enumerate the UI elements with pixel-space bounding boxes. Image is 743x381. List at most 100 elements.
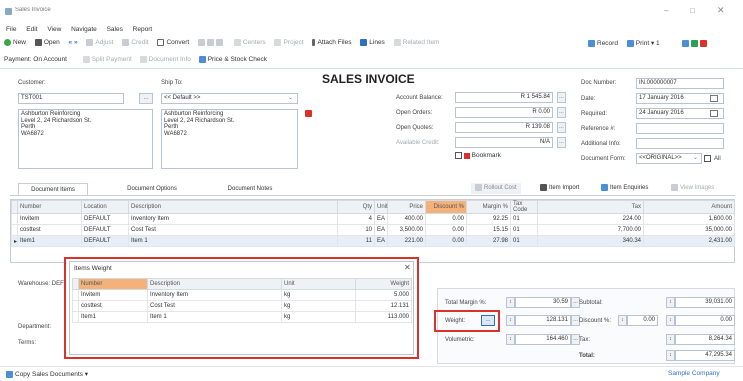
print-button[interactable]: Print ▾ 1 (626, 39, 660, 47)
col-amount[interactable]: Amount (643, 200, 735, 214)
table-cell[interactable]: 27.98 (466, 235, 511, 247)
pin-icon[interactable] (305, 110, 312, 117)
doc-number-field[interactable]: IN.000000007 (636, 78, 724, 89)
customer-address[interactable]: Ashburton Reinforcing Level 2, 24 Richar… (18, 109, 153, 169)
reference-field[interactable] (636, 123, 724, 134)
table-cell[interactable]: 0.00 (425, 224, 467, 236)
volumetric-spinner[interactable]: ↕ (506, 334, 515, 345)
table-cell[interactable]: EA (374, 213, 388, 225)
new-button[interactable]: New (4, 39, 26, 46)
account-balance-lookup[interactable]: … (557, 92, 566, 103)
col-number[interactable]: Number (17, 200, 82, 214)
additional-info-field[interactable] (636, 138, 724, 149)
minimize-icon[interactable]: – (664, 6, 668, 15)
menu-sales[interactable]: Sales (107, 26, 123, 33)
open-button[interactable]: Open (34, 39, 60, 46)
available-credit-lookup[interactable]: … (557, 137, 566, 148)
table-cell[interactable]: Item 1 (147, 311, 282, 323)
col-description[interactable]: Description (128, 200, 338, 214)
table-cell[interactable]: 3,500.00 (387, 224, 426, 236)
table-cell[interactable]: 4 (337, 213, 375, 225)
table-cell[interactable]: Invitem (17, 213, 82, 225)
nav-arrows[interactable]: « » (69, 39, 78, 46)
table-row[interactable]: Invitem Inventory Item kg 5.000 (72, 289, 412, 301)
table-cell[interactable]: 15.15 (466, 224, 511, 236)
item-import-button[interactable]: Item Import (540, 183, 579, 194)
table-cell[interactable]: Item 1 (128, 235, 338, 247)
next-icon[interactable]: » (74, 39, 78, 46)
credit-button[interactable]: Credit (122, 39, 149, 46)
table-cell[interactable]: 400.00 (387, 213, 426, 225)
close-icon[interactable]: ✕ (717, 5, 725, 16)
table-cell[interactable]: 35,000.00 (643, 224, 735, 236)
grid-icon[interactable] (198, 39, 206, 46)
table-cell[interactable]: 113.000 (355, 311, 412, 323)
col-qty[interactable]: Qty (337, 200, 375, 214)
discount-amount-spinner[interactable]: ↕ (666, 315, 675, 326)
customer-code-field[interactable]: TST001 (18, 93, 124, 104)
menu-file[interactable]: File (6, 26, 16, 33)
subtotal-spinner[interactable]: ↕ (666, 297, 675, 308)
grid-view-icon[interactable] (682, 39, 690, 47)
table-cell[interactable]: 01 (510, 235, 538, 247)
ship-address[interactable]: Ashburton Reinforcing Level 2, 24 Richar… (161, 109, 298, 169)
weight-spinner[interactable]: ↕ (506, 315, 515, 326)
table-cell[interactable]: EA (374, 224, 388, 236)
tab-document-notes[interactable]: Document Notes (212, 183, 288, 195)
payment-value[interactable]: On Account (33, 56, 67, 63)
col-margin[interactable]: Margin % (466, 200, 511, 214)
convert-button[interactable]: Convert (157, 39, 189, 46)
document-info-button[interactable]: Document Info (139, 56, 191, 63)
related-item-button[interactable]: Related Item (393, 39, 439, 46)
table-cell[interactable]: 340.34 (537, 235, 644, 247)
split-payment-button[interactable]: Split Payment (82, 56, 132, 63)
col-unit[interactable]: Unit (374, 200, 388, 214)
menu-view[interactable]: View (47, 26, 61, 33)
table-cell[interactable]: costtest (17, 224, 82, 236)
table-cell[interactable]: DEFAULT (81, 224, 129, 236)
col-weight-weight[interactable]: Weight (355, 278, 412, 290)
menu-report[interactable]: Report (133, 26, 153, 33)
price-stock-button[interactable]: Price & Stock Check (198, 56, 267, 63)
table-cell[interactable]: 0.00 (425, 235, 467, 247)
previous-icon[interactable]: « (69, 39, 73, 46)
view-images-button[interactable]: View Images (671, 183, 714, 194)
discount-spinner[interactable]: ↕ (618, 315, 627, 326)
table-cell[interactable]: costtest (78, 300, 148, 312)
rollout-cost-button[interactable]: Rollout Cost (471, 183, 521, 194)
maximize-icon[interactable]: □ (690, 6, 695, 15)
table-cell[interactable]: Invitem (78, 289, 148, 301)
item-enquiries-button[interactable]: Item Enquiries (601, 183, 648, 194)
all-checkbox[interactable] (704, 155, 711, 162)
table-cell[interactable]: Cost Test (128, 224, 338, 236)
table-cell[interactable]: 221.00 (387, 235, 426, 247)
margin-spinner[interactable]: ↕ (506, 297, 515, 308)
record-button[interactable]: Record (588, 39, 618, 47)
menu-navigate[interactable]: Navigate (71, 26, 97, 33)
discount-percent[interactable]: 0.00 (627, 315, 658, 326)
table-cell[interactable]: DEFAULT (81, 213, 129, 225)
table-cell[interactable]: 01 (510, 213, 538, 225)
col-discount[interactable]: Discount % (425, 200, 467, 214)
save-icon[interactable] (207, 39, 215, 46)
customer-lookup-button[interactable]: … (139, 93, 153, 104)
col-tax-code[interactable]: Tax Code (510, 200, 538, 214)
table-cell[interactable]: 7,700.00 (537, 224, 644, 236)
checkbox-box[interactable] (455, 152, 462, 159)
table-cell[interactable]: kg (281, 311, 356, 323)
chart-icon[interactable] (691, 39, 699, 47)
table-cell[interactable]: kg (281, 300, 356, 312)
tab-document-options[interactable]: Document Options (112, 183, 192, 195)
chevron-down-icon[interactable]: ⌄ (288, 94, 293, 101)
people-icon[interactable] (216, 39, 224, 46)
tax-spinner[interactable]: ↕ (666, 334, 675, 345)
table-cell[interactable]: 01 (510, 224, 538, 236)
bookmark-checkbox[interactable]: Bookmark (455, 152, 501, 159)
table-cell[interactable]: 12.131 (355, 300, 412, 312)
table-cell[interactable]: 10 (337, 224, 375, 236)
total-spinner[interactable]: ↕ (666, 350, 675, 361)
table-cell[interactable]: 2,431.00 (643, 235, 735, 247)
project-button[interactable]: Project (274, 39, 304, 46)
tab-document-items[interactable]: Document Items (18, 183, 88, 195)
table-row[interactable]: costtest Cost Test kg 12.131 (72, 300, 412, 312)
